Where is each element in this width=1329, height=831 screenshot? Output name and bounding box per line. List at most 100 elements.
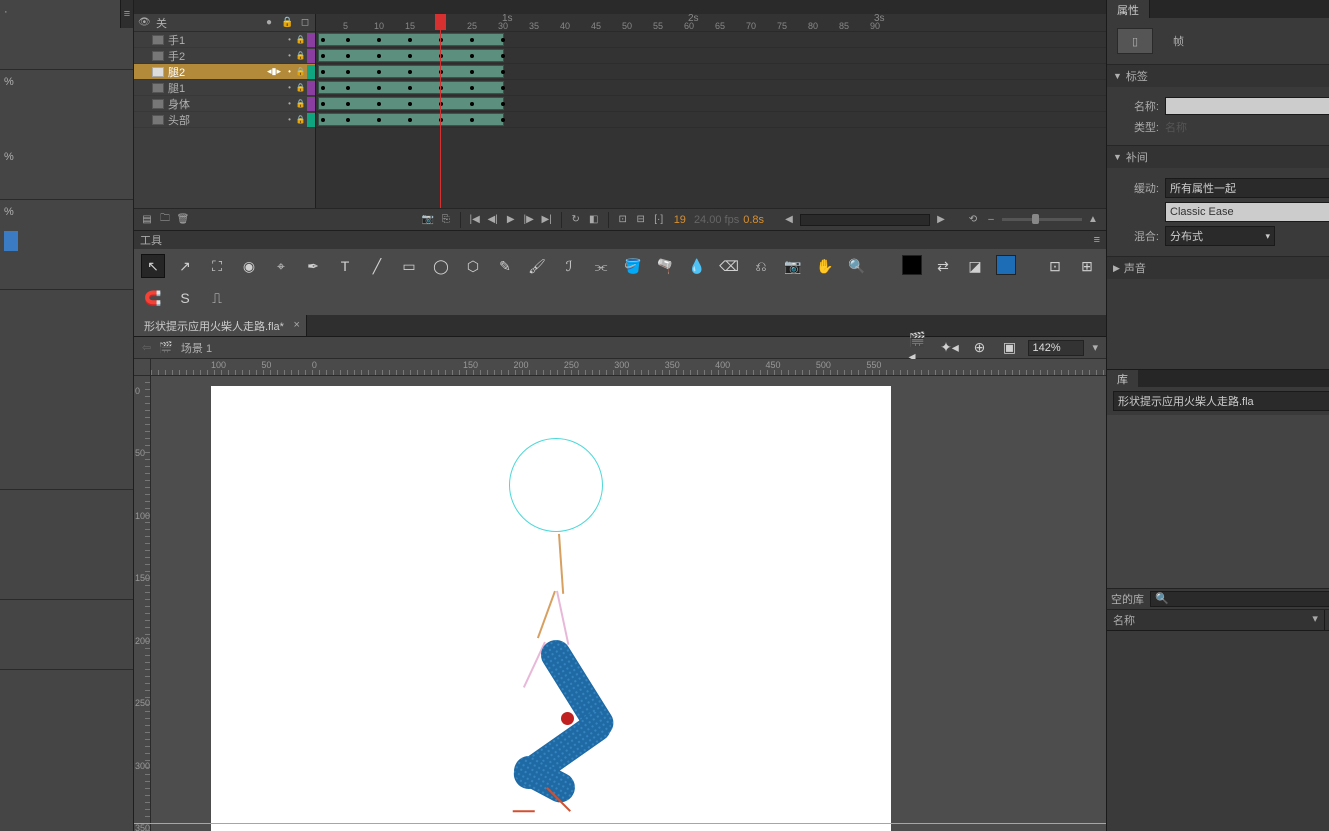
paint-bucket-tool[interactable]: 🪣 — [622, 255, 644, 277]
document-tab[interactable]: 形状提示应用火柴人走路.fla* × — [134, 315, 307, 336]
swap-colors-icon[interactable]: ⇄ — [932, 255, 954, 277]
ink-bottle-tool[interactable]: 🫗 — [654, 255, 676, 277]
panel-menu-icon[interactable]: ≡ — [120, 0, 133, 28]
camera-icon[interactable]: 📷 — [421, 213, 435, 227]
default-colors-icon[interactable]: ◪ — [964, 255, 986, 277]
lock-icon[interactable]: 🔒 — [296, 51, 305, 60]
visibility-dot[interactable]: • — [285, 115, 294, 124]
back-icon[interactable]: ⇦ — [142, 341, 151, 354]
rectangle-tool[interactable]: ▭ — [398, 255, 420, 277]
layer-row[interactable]: 身体•🔒 — [134, 96, 315, 112]
subselect-tool[interactable]: ↗ — [174, 255, 196, 277]
layer-color-chip[interactable] — [307, 49, 315, 63]
layer-row[interactable]: 腿2◂▮▸•🔒 — [134, 64, 315, 80]
straighten-tool[interactable]: ⎍ — [206, 287, 228, 309]
zoom-level-input[interactable] — [1028, 340, 1084, 356]
text-tool[interactable]: T — [334, 255, 356, 277]
label-section-header[interactable]: ▼标签 — [1107, 65, 1329, 87]
bone-tool[interactable]: ⫘ — [590, 255, 612, 277]
pen-tool[interactable]: ✒ — [302, 255, 324, 277]
layer-row[interactable]: 腿1•🔒 — [134, 80, 315, 96]
current-frame-number[interactable]: 19 — [670, 214, 690, 226]
library-search-input[interactable]: 🔍 — [1150, 591, 1329, 607]
magnet-tool[interactable]: 🧲 — [142, 287, 164, 309]
horizontal-guide[interactable] — [134, 823, 1106, 824]
options-icon[interactable]: ⊞ — [1076, 255, 1098, 277]
attach-icon[interactable]: ⎘ — [439, 213, 453, 227]
snap-icon[interactable]: ⊡ — [1044, 255, 1066, 277]
timeline-zoom-slider[interactable] — [1002, 218, 1082, 221]
selection-tool[interactable]: ↖ — [142, 255, 164, 277]
free-transform-tool[interactable]: ⛶ — [206, 255, 228, 277]
paint-brush-tool[interactable]: ℐ — [558, 255, 580, 277]
library-col-name[interactable]: 名称 — [1113, 612, 1135, 628]
close-tab-icon[interactable]: × — [294, 319, 300, 331]
brush-tool[interactable]: 🖌 — [526, 255, 548, 277]
prev-frame-icon[interactable]: ◀| — [486, 213, 500, 227]
lock-icon[interactable]: 🔒 — [296, 99, 305, 108]
last-frame-icon[interactable]: ▶| — [540, 213, 554, 227]
blend-select[interactable]: 分布式▾ — [1165, 226, 1275, 246]
clip-content-icon[interactable]: ▣ — [998, 337, 1020, 359]
layer-row[interactable]: 手1•🔒 — [134, 32, 315, 48]
edit-symbol-icon[interactable]: ✦◂ — [938, 337, 960, 359]
layer-color-chip[interactable] — [307, 33, 315, 47]
center-stage-icon[interactable]: ⊕ — [968, 337, 990, 359]
first-frame-icon[interactable]: |◀ — [468, 213, 482, 227]
sound-section-header[interactable]: ▶声音 — [1107, 257, 1329, 279]
lock-toggle-all-icon[interactable]: 🔒 — [281, 17, 293, 28]
panel-menu-icon[interactable]: ≡ — [1094, 234, 1100, 246]
eraser-tool[interactable]: ⌫ — [718, 255, 740, 277]
layer-color-chip[interactable] — [307, 65, 315, 79]
library-tab[interactable]: 库 — [1107, 370, 1138, 387]
3d-rotate-tool[interactable]: ◉ — [238, 255, 260, 277]
layer-row[interactable]: 头部•🔒 — [134, 112, 315, 128]
edit-scene-icon[interactable]: 🎬◂ — [908, 337, 930, 359]
next-frame-icon[interactable]: |▶ — [522, 213, 536, 227]
zoom-dropdown-icon[interactable]: ▾ — [1092, 341, 1098, 354]
lock-icon[interactable]: 🔒 — [296, 115, 305, 124]
lock-icon[interactable]: 🔒 — [296, 35, 305, 44]
polystar-tool[interactable]: ⬡ — [462, 255, 484, 277]
lock-icon[interactable]: 🔒 — [296, 83, 305, 92]
lasso-tool[interactable]: ⌖ — [270, 255, 292, 277]
new-folder-icon[interactable]: 🗀 — [158, 213, 172, 227]
play-icon[interactable]: ▶ — [504, 213, 518, 227]
visibility-dot[interactable]: • — [285, 51, 294, 60]
line-tool[interactable]: ╱ — [366, 255, 388, 277]
visibility-column-icon[interactable]: 👁 — [138, 17, 150, 28]
onion-skin-icon[interactable]: ◧ — [587, 213, 601, 227]
color-swatch-selected[interactable] — [4, 231, 18, 251]
visibility-dot[interactable]: • — [285, 35, 294, 44]
oval-tool[interactable]: ◯ — [430, 255, 452, 277]
ease-target-select[interactable]: 所有属性一起▾ — [1165, 178, 1329, 198]
stage-canvas[interactable] — [211, 386, 891, 831]
horizontal-ruler[interactable]: 100500150200250300350400450500550 — [151, 359, 1106, 376]
outline-toggle-all-icon[interactable]: ◻ — [299, 17, 311, 28]
elapsed-time[interactable]: 0.8s — [743, 214, 764, 226]
new-layer-icon[interactable]: ▤ — [140, 213, 154, 227]
tween-section-header[interactable]: ▼补间 — [1107, 146, 1329, 168]
hand-tool[interactable]: ✋ — [814, 255, 836, 277]
marker3-icon[interactable]: [·] — [652, 213, 666, 227]
layer-color-chip[interactable] — [307, 97, 315, 111]
camera-tool[interactable]: 📷 — [782, 255, 804, 277]
label-name-input[interactable] — [1165, 97, 1329, 115]
visibility-dot[interactable]: • — [285, 99, 294, 108]
stroke-color-swatch[interactable] — [902, 255, 922, 275]
eye-toggle-all-icon[interactable]: ● — [263, 17, 275, 28]
smooth-tool[interactable]: S — [174, 287, 196, 309]
scroll-left-icon[interactable]: ◀ — [782, 213, 796, 227]
reset-zoom-icon[interactable]: ⟲ — [966, 213, 980, 227]
vertical-ruler[interactable]: 050100150200250300350 — [134, 376, 151, 831]
width-tool[interactable]: ⎌ — [750, 255, 772, 277]
fit-zoom-icon[interactable]: ▲ — [1086, 213, 1100, 227]
marker-icon[interactable]: ⊡ — [616, 213, 630, 227]
properties-tab[interactable]: 属性 — [1107, 0, 1150, 18]
library-file-select[interactable]: 形状提示应用火柴人走路.fla▾ — [1113, 391, 1329, 411]
zoom-tool[interactable]: 🔍 — [846, 255, 868, 277]
loop-icon[interactable]: ↻ — [569, 213, 583, 227]
delete-layer-icon[interactable]: 🗑 — [176, 213, 190, 227]
frames-area[interactable]: 1s2s3s5101520253035404550556065707580859… — [316, 14, 1106, 208]
layer-row[interactable]: 手2•🔒 — [134, 48, 315, 64]
